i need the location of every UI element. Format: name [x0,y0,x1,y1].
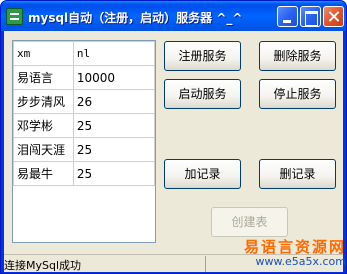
cell-xm[interactable]: 步步清风 [13,89,74,114]
record-grid: xm nl 易语言 10000 步步清风 26 邓学彬 25 泪闯天涯 25 易… [13,41,156,186]
window-title: mysql自动（注册，启动）服务器 ^_^ [28,11,243,25]
cell-nl[interactable]: 10000 [72,65,156,90]
watermark: 易语言资源网 www.e5a5x.com [236,236,346,270]
cell-xm[interactable]: 易语言 [13,65,74,90]
delete-service-button[interactable]: 删除服务 [259,41,336,71]
cell-nl[interactable]: 26 [72,89,156,114]
client-area: xm nl 易语言 10000 步步清风 26 邓学彬 25 泪闯天涯 25 易… [4,31,346,272]
close-button[interactable] [323,6,344,27]
cell-nl[interactable]: 25 [72,137,156,162]
title-bar[interactable]: mysql自动（注册，启动）服务器 ^_^ [1,1,346,31]
watermark-url: www.e5a5x.com [255,255,346,268]
start-service-button[interactable]: 启动服务 [164,79,241,109]
column-header-nl[interactable]: nl [72,41,156,66]
app-icon [6,8,23,25]
create-table-button[interactable]: 创建表 [211,207,288,237]
minimize-button[interactable] [277,6,298,27]
table-row[interactable]: 易最牛 25 [13,161,156,186]
maximize-button[interactable] [300,6,321,27]
stop-service-button[interactable]: 停止服务 [259,79,336,109]
cell-xm[interactable]: 泪闯天涯 [13,137,74,162]
table-header-row: xm nl [13,41,156,66]
record-table[interactable]: xm nl 易语言 10000 步步清风 26 邓学彬 25 泪闯天涯 25 易… [12,40,156,243]
cell-nl[interactable]: 25 [72,113,156,138]
status-separator [205,256,206,272]
cell-xm[interactable]: 邓学彬 [13,113,74,138]
delete-record-button[interactable]: 删记录 [259,159,336,189]
table-row[interactable]: 泪闯天涯 25 [13,137,156,162]
status-text: 连接MySql成功 [4,259,82,272]
table-row[interactable]: 邓学彬 25 [13,113,156,138]
table-row[interactable]: 步步清风 26 [13,89,156,114]
watermark-brand: 易语言资源网 [243,238,346,256]
column-header-xm[interactable]: xm [13,41,74,66]
app-window: mysql自动（注册，启动）服务器 ^_^ xm nl 易语言 10000 步步… [0,0,347,274]
add-record-button[interactable]: 加记录 [164,159,241,189]
register-service-button[interactable]: 注册服务 [164,41,241,71]
cell-nl[interactable]: 25 [72,161,156,186]
cell-xm[interactable]: 易最牛 [13,161,74,186]
table-row[interactable]: 易语言 10000 [13,65,156,90]
